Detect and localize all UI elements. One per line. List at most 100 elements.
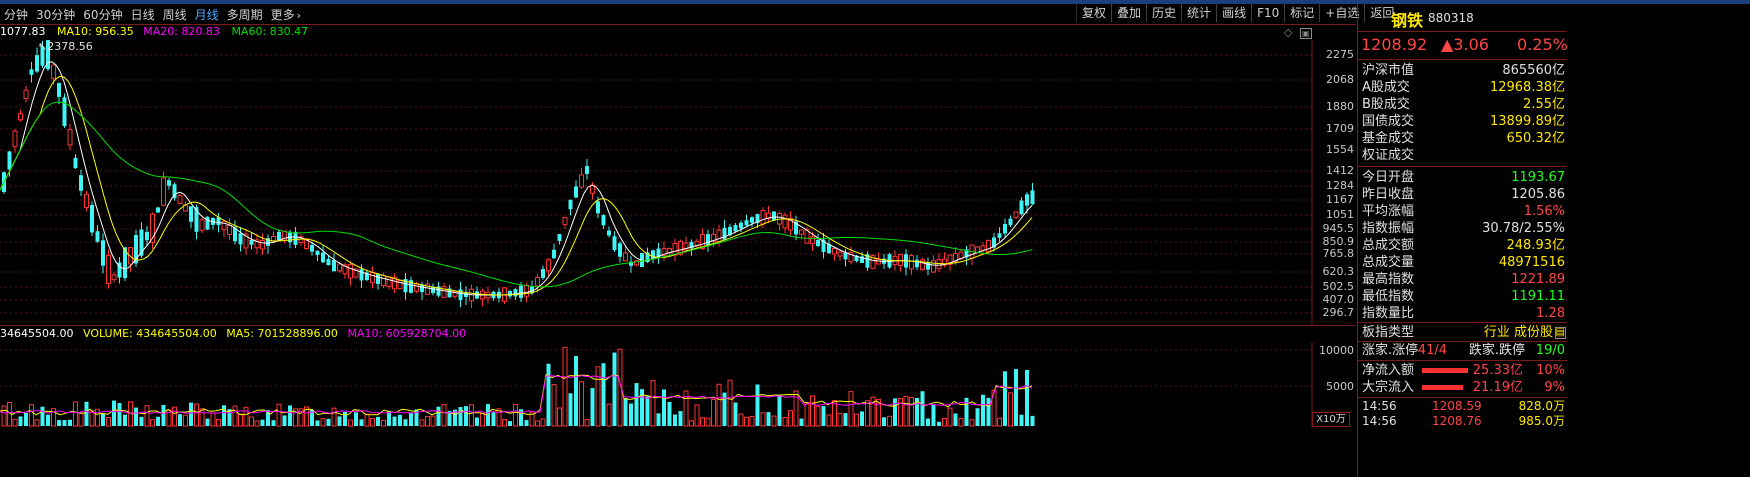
period-weekly[interactable]: 周线: [159, 6, 191, 23]
stat-row: 今日开盘 1193.67: [1358, 169, 1567, 186]
volume-bar: [926, 418, 930, 426]
price-axis-label: 1554: [1326, 143, 1354, 156]
period-daily[interactable]: 日线: [127, 6, 159, 23]
updown-value: 41/4: [1417, 343, 1447, 358]
market-row: 权证成交: [1358, 147, 1567, 164]
volume-bar: [315, 420, 320, 426]
candle: [827, 238, 831, 254]
candle: [23, 85, 29, 103]
candle: [865, 251, 870, 271]
period-60min[interactable]: 60分钟: [79, 6, 126, 23]
volume-bar: [84, 401, 89, 426]
volume-bar: [590, 388, 595, 426]
candle: [57, 82, 61, 105]
volume-bar: [62, 420, 67, 426]
price-axis-label: 765.8: [1322, 247, 1355, 260]
statistics-button[interactable]: 统计: [1181, 4, 1216, 22]
volume-bar: [700, 417, 705, 427]
candle: [348, 261, 353, 286]
volume-bar: [579, 381, 584, 427]
market-label: 基金成交: [1362, 131, 1415, 146]
window-icon[interactable]: ▣: [1299, 28, 1312, 39]
flow-pct: 10%: [1536, 363, 1565, 378]
candle: [67, 123, 73, 151]
price-change: ▲3.06: [1441, 35, 1489, 54]
market-row: A股成交 12968.38亿: [1358, 79, 1567, 96]
volume-bar: [513, 403, 518, 427]
volume-bar: [464, 406, 468, 426]
volume-bar: [826, 414, 832, 427]
volume-bar: [557, 407, 562, 427]
candle: [233, 220, 237, 245]
candle: [298, 234, 304, 246]
candle: [568, 199, 573, 216]
volume-axis-10000: 10000: [1319, 344, 1354, 357]
volume-bar: [942, 417, 947, 427]
mark-button[interactable]: 标记: [1284, 4, 1319, 22]
expand-icon[interactable]: ▤: [1554, 327, 1566, 339]
volume-bar: [34, 419, 40, 427]
stat-label: 平均涨幅: [1362, 204, 1415, 219]
candle: [552, 243, 556, 259]
volume-bar: [535, 420, 540, 427]
history-button[interactable]: 历史: [1146, 4, 1181, 22]
volume-bar: [634, 383, 639, 426]
candle: [629, 255, 633, 273]
volume-bar: [381, 419, 386, 427]
stat-value: 248.93亿: [1506, 238, 1566, 253]
period-monthly[interactable]: 月线: [191, 6, 223, 23]
volume-bar: [920, 391, 925, 426]
period-multi[interactable]: 多周期: [223, 6, 267, 23]
period-30min[interactable]: 30分钟: [32, 6, 79, 23]
diamond-icon[interactable]: ◇: [1284, 26, 1292, 39]
candle: [79, 169, 83, 196]
candle: [172, 182, 177, 201]
price-axis-label: 407.0: [1322, 293, 1355, 306]
volume-bar: [271, 420, 276, 426]
overlay-button[interactable]: 叠加: [1111, 4, 1146, 22]
volume-bar: [882, 417, 886, 426]
peak-label: ↖2378.56: [38, 40, 93, 53]
volume-bar: [216, 418, 221, 427]
volume-bar: [419, 419, 425, 427]
board-info: 板指类型 行业 成份股 ▤: [1358, 324, 1567, 341]
volume-bar: [337, 416, 342, 426]
market-value: 865560亿: [1502, 63, 1565, 78]
candle: [936, 253, 942, 273]
volume-bar: [1003, 371, 1007, 426]
candle: [1008, 215, 1013, 228]
candle: [150, 212, 155, 250]
candle: [18, 109, 23, 122]
volume-bar: [733, 402, 738, 426]
candle: [177, 194, 183, 204]
candle: [370, 266, 375, 289]
candle: [562, 216, 568, 229]
stat-row: 最低指数 1191.11: [1358, 288, 1567, 305]
adjust-button[interactable]: 复权: [1076, 4, 1111, 22]
candle: [607, 226, 611, 238]
volume-bar: [766, 412, 771, 426]
volume-chart[interactable]: [0, 342, 1356, 427]
price-axis-label: 1412: [1326, 164, 1354, 177]
kline-chart[interactable]: [0, 40, 1356, 325]
volume-bar: [744, 416, 749, 427]
volume-bar: [150, 419, 155, 427]
market-row: B股成交 2.55亿: [1358, 96, 1567, 113]
candle: [837, 250, 843, 261]
volume-bar: [260, 419, 265, 426]
ma10-value: MA10: 956.35: [57, 25, 134, 38]
tick-time: 14:56: [1362, 414, 1397, 428]
period-more[interactable]: 更多 ›: [267, 6, 305, 23]
volume-bar: [711, 398, 716, 427]
volume-bar: [986, 397, 991, 426]
chevron-right-icon: ›: [296, 8, 302, 22]
market-row: 国债成交 13899.89亿: [1358, 113, 1567, 130]
draw-line-button[interactable]: 画线: [1216, 4, 1251, 22]
period-1min[interactable]: 分钟: [0, 6, 32, 23]
candle: [73, 154, 78, 169]
market-label: 权证成交: [1362, 148, 1415, 163]
price-axis-label: 945.5: [1322, 222, 1355, 235]
f10-button[interactable]: F10: [1251, 4, 1284, 22]
volume-bar: [112, 400, 116, 426]
volume-bar: [249, 416, 254, 427]
